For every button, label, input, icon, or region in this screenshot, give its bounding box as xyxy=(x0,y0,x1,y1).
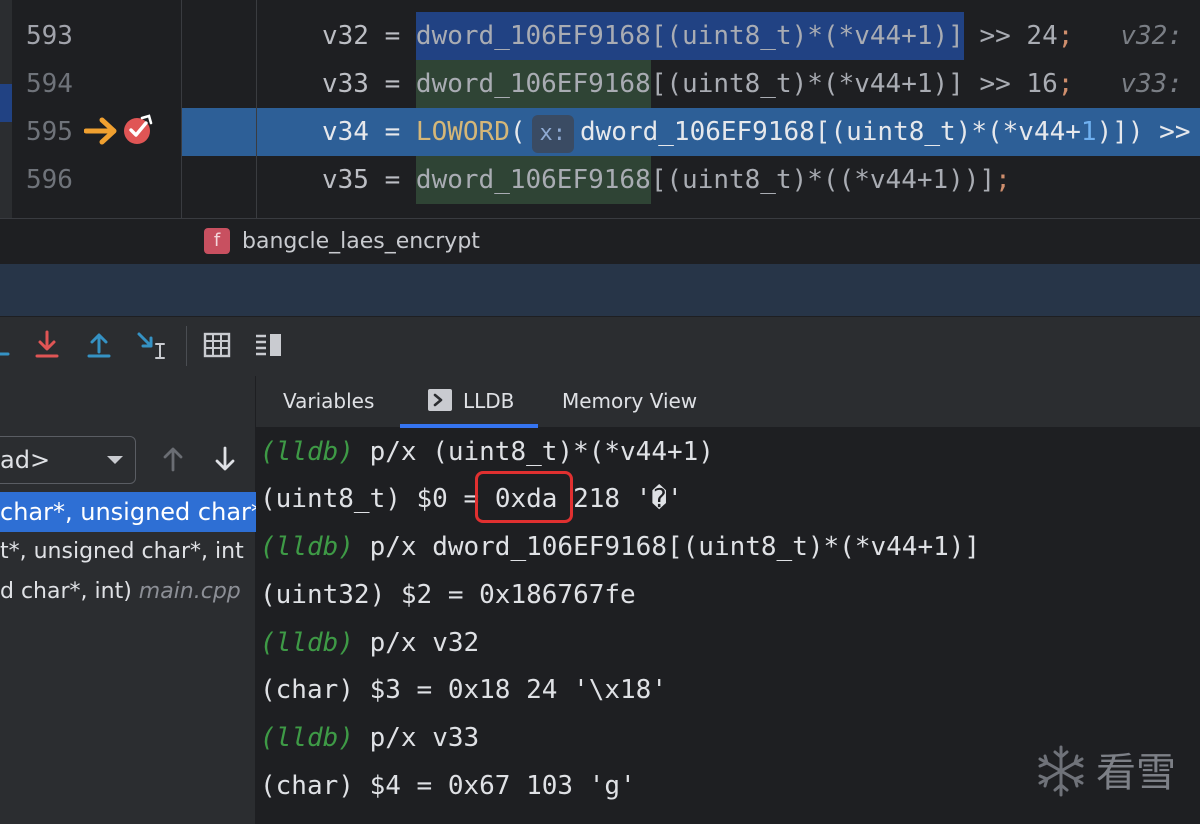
stack-frame-item[interactable]: t*, unsigned char*, int xyxy=(0,532,256,572)
console-output-line: (char) $3 = 0x18 24 '\x18' xyxy=(260,675,667,705)
code-rest: >> 24 xyxy=(963,21,1058,51)
step-over-icon[interactable] xyxy=(0,328,20,362)
evaluate-table-icon[interactable] xyxy=(200,328,234,362)
arrow-up-icon[interactable] xyxy=(160,444,186,474)
code-lhs: v35 = xyxy=(322,165,416,195)
code-semicolon: ; xyxy=(1057,69,1074,99)
execution-point-arrow-icon xyxy=(84,117,117,145)
layout-columns-icon[interactable] xyxy=(252,328,286,362)
usage-highlight: dword_106EF9168 xyxy=(415,60,651,108)
console-command: p/x dword_106EF9168[(uint8_t)*(*v44+1)] xyxy=(353,532,981,562)
gutter-border xyxy=(181,0,182,218)
selected-expression: dword_106EF9168[(uint8_t)*(*v44+1)] xyxy=(415,12,964,60)
thread-selector-value: ad> xyxy=(0,446,51,474)
frame-file: main.cpp xyxy=(138,579,241,604)
toolbar-separator xyxy=(186,326,187,366)
indent-guide xyxy=(256,0,257,218)
code-text-594: v33 = dword_106EF9168[(uint8_t)*(*v44+1)… xyxy=(322,60,1183,108)
frame-label: t*, unsigned char*, int xyxy=(0,539,244,564)
line-number: 596 xyxy=(26,165,73,195)
breadcrumb-function[interactable]: bangcle_laes_encrypt xyxy=(242,225,480,259)
code-expr: dword_106EF9168 xyxy=(415,69,651,99)
usage-highlight: dword_106EF9168 xyxy=(415,156,651,204)
console-command-line: (lldb) p/x dword_106EF9168[(uint8_t)*(*v… xyxy=(260,523,980,571)
code-rest: [(uint8_t)*(*v44+1)] >> 16 xyxy=(650,69,1058,99)
code-expr: dword_106EF9168[(uint8_t)*(*v44+1)] xyxy=(415,21,964,51)
arrow-down-icon[interactable] xyxy=(212,444,238,474)
console-output-line: (uint8_t) $0 = 0xda 218 '�' xyxy=(260,475,683,523)
red-highlight-box xyxy=(475,471,573,523)
tab-lldb[interactable]: LLDB xyxy=(463,376,514,426)
code-lhs: v32 = xyxy=(322,21,416,51)
console-command: p/x (uint8_t)*(*v44+1) xyxy=(353,437,714,467)
snowflake-icon xyxy=(1038,745,1084,797)
inline-value-comment: v33: xyxy=(1073,69,1183,99)
debug-toolbar xyxy=(0,316,1200,376)
parameter-inlay-hint: x: xyxy=(531,115,574,153)
chevron-down-icon xyxy=(107,456,123,464)
code-editor[interactable]: 593 594 595 596 v32 = dword_106EF9168[(u… xyxy=(0,0,1200,218)
code-rest: [(uint8_t)*((*v44+1))] xyxy=(650,165,996,195)
tab-memory-view[interactable]: Memory View xyxy=(562,376,697,426)
frame-label: char*, unsigned char* xyxy=(0,498,256,526)
code-semicolon: ; xyxy=(1057,21,1074,51)
console-output-line: (uint32) $2 = 0x186767fe xyxy=(260,580,636,610)
code-lhs: v34 = xyxy=(322,117,416,147)
console-command: p/x v32 xyxy=(353,628,480,658)
stack-frame-item[interactable]: char*, unsigned char* xyxy=(0,492,256,532)
code-text-593: v32 = dword_106EF9168[(uint8_t)*(*v44+1)… xyxy=(322,12,1183,60)
code-text-596: v35 = dword_106EF9168[(uint8_t)*((*v44+1… xyxy=(322,156,1011,204)
step-out-icon[interactable] xyxy=(82,328,116,362)
tab-variables[interactable]: Variables xyxy=(283,376,374,426)
frame-label: d char*, int) xyxy=(0,579,139,604)
console-output-line: (char) $4 = 0x67 103 'g' xyxy=(260,771,636,801)
lldb-prompt: (lldb) xyxy=(260,437,354,467)
code-text-595: v34 = LOWORD(x: dword_106EF9168[(uint8_t)… xyxy=(322,108,1190,156)
stack-frame-item[interactable]: d char*, int) main.cpp xyxy=(0,572,256,612)
code-expr: dword_106EF9168 xyxy=(415,165,651,195)
console-command: p/x v33 xyxy=(353,723,480,753)
console-command-line: (lldb) p/x (uint8_t)*(*v44+1) xyxy=(260,428,714,476)
code-number: 1 xyxy=(1080,117,1097,147)
breadcrumb-bar xyxy=(0,218,1200,264)
inline-value-comment: v32: xyxy=(1073,21,1183,51)
console-output: 218 '�' xyxy=(557,484,683,514)
code-paren: ( xyxy=(509,117,526,147)
breakpoint-icon[interactable] xyxy=(122,114,154,146)
debug-panel-header xyxy=(0,264,1200,316)
console-icon xyxy=(428,389,452,411)
step-into-icon[interactable] xyxy=(30,328,64,362)
run-to-cursor-icon[interactable] xyxy=(134,328,168,362)
code-expr: dword_106EF9168[(uint8_t)*(*v44+ xyxy=(580,117,1081,147)
lldb-prompt: (lldb) xyxy=(260,628,354,658)
code-function: LOWORD xyxy=(415,117,510,147)
function-icon: f xyxy=(204,228,230,254)
line-number: 594 xyxy=(26,69,73,99)
lldb-prompt: (lldb) xyxy=(260,532,354,562)
lldb-prompt: (lldb) xyxy=(260,723,354,753)
code-rest: )]) >> xyxy=(1096,117,1191,147)
watermark-text: 看雪 xyxy=(1096,750,1176,796)
line-number: 593 xyxy=(26,21,73,51)
debug-tabs xyxy=(256,376,1200,428)
console-command-line: (lldb) p/x v32 xyxy=(260,619,479,667)
code-lhs: v33 = xyxy=(322,69,416,99)
console-command-line: (lldb) p/x v33 xyxy=(260,714,479,762)
console-output: (uint8_t) $0 = xyxy=(260,484,495,514)
code-semicolon: ; xyxy=(995,165,1011,195)
